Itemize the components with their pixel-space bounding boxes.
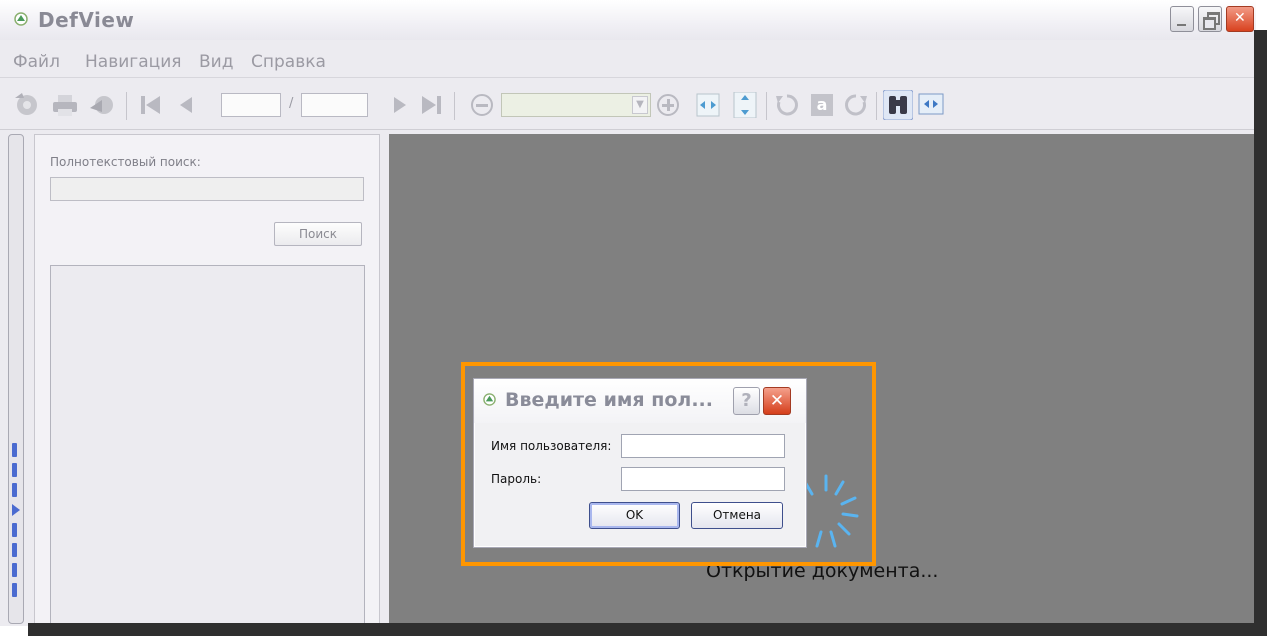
ok-button[interactable]: OK <box>589 502 680 529</box>
toolbar: / ▼ a <box>0 80 1256 130</box>
search-binoculars-icon[interactable] <box>883 90 913 120</box>
window-shadow-right <box>1254 30 1267 636</box>
current-page-input[interactable] <box>221 93 281 117</box>
first-page-icon[interactable] <box>136 92 164 118</box>
splitter-mark <box>12 583 17 597</box>
search-results-list[interactable] <box>50 265 365 627</box>
splitter-mark <box>12 523 17 537</box>
zoom-out-icon[interactable] <box>469 92 495 118</box>
splitter-mark <box>12 463 17 477</box>
menu-bar: Файл Навигация Вид Справка <box>0 44 1256 78</box>
menu-view[interactable]: Вид <box>199 52 233 72</box>
chevron-down-icon[interactable]: ▼ <box>632 96 648 114</box>
open-document-icon[interactable] <box>12 92 42 118</box>
close-window-button[interactable] <box>1226 6 1254 32</box>
collapse-arrow-icon[interactable] <box>11 503 21 517</box>
password-label: Пароль: <box>491 472 542 486</box>
maximize-button[interactable] <box>1198 6 1222 32</box>
full-text-search-input[interactable] <box>50 177 364 201</box>
minimize-button[interactable] <box>1170 6 1194 32</box>
rotate-left-icon[interactable] <box>774 92 800 118</box>
send-icon[interactable] <box>88 92 118 118</box>
fit-height-icon[interactable] <box>733 92 757 118</box>
app-logo-icon <box>14 12 28 26</box>
splitter-mark <box>12 543 17 557</box>
rotate-right-icon[interactable] <box>843 92 869 118</box>
last-page-icon[interactable] <box>418 92 446 118</box>
username-label: Имя пользователя: <box>491 439 612 453</box>
password-input[interactable] <box>621 467 785 491</box>
total-pages-field <box>301 93 368 117</box>
fit-width-icon[interactable] <box>696 92 720 118</box>
zoom-select[interactable]: ▼ <box>501 93 651 117</box>
menu-help[interactable]: Справка <box>251 52 326 72</box>
splitter-mark <box>12 483 17 497</box>
full-screen-icon[interactable] <box>918 92 944 118</box>
menu-file[interactable]: Файл <box>13 52 60 72</box>
zoom-in-icon[interactable] <box>655 92 681 118</box>
dialog-close-button[interactable]: ✕ <box>763 387 791 415</box>
menu-navigation[interactable]: Навигация <box>85 52 181 72</box>
page-separator: / <box>289 96 294 111</box>
dialog-help-button[interactable]: ? <box>733 387 760 415</box>
cancel-button[interactable]: Отмена <box>691 502 783 529</box>
search-button[interactable]: Поиск <box>274 222 362 246</box>
search-panel: Полнотекстовый поиск: Поиск <box>34 134 380 627</box>
toolbar-separator <box>876 92 877 120</box>
print-icon[interactable] <box>50 92 80 118</box>
toolbar-separator <box>766 92 767 120</box>
previous-page-icon[interactable] <box>174 92 198 118</box>
window-shadow-bottom <box>28 623 1267 636</box>
splitter-mark <box>12 563 17 577</box>
dialog-title-bar[interactable]: Введите имя пол... ? ✕ <box>474 379 806 423</box>
splitter-mark <box>12 443 17 457</box>
toolbar-separator <box>454 92 455 120</box>
dialog-title: Введите имя пол... <box>505 389 713 411</box>
window-title: DefView <box>38 8 135 32</box>
username-input[interactable] <box>621 434 785 458</box>
full-text-search-label: Полнотекстовый поиск: <box>50 155 201 169</box>
side-splitter[interactable] <box>8 134 24 624</box>
login-dialog: Введите имя пол... ? ✕ Имя пользователя:… <box>473 378 807 548</box>
title-bar[interactable]: DefView <box>0 0 1256 40</box>
next-page-icon[interactable] <box>388 92 412 118</box>
text-select-icon[interactable]: a <box>811 94 833 116</box>
toolbar-separator <box>126 92 127 120</box>
dialog-logo-icon <box>483 393 496 406</box>
